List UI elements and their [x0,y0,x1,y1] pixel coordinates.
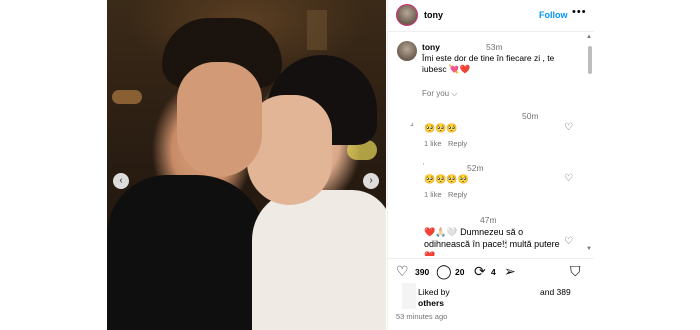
scroll-down-arrow-icon[interactable]: ▼ [586,246,592,252]
photo-background-light [307,10,327,50]
comment-text: 🥺🥺🥺 [424,123,458,133]
chevron-right-icon: › [369,175,373,186]
post-actions: ♡ 390 ◯ 20 ⟳ 4 ➢ ⛉ Liked by others and 3… [388,258,594,330]
post-time-ago: 53 minutes ago [396,312,448,321]
comment-like-heart-icon[interactable]: ♡ [564,173,573,184]
comment-reply-button[interactable]: Reply [448,190,467,199]
follow-button[interactable]: Follow [539,10,568,20]
post-viewer: ‹ › tony Follow ••• tony 53m Îmi este do… [0,0,700,330]
more-options-icon[interactable]: ••• [572,6,587,18]
shares-count[interactable]: 4 [491,267,496,277]
avatar[interactable] [396,4,418,26]
caption-text: Îmi este dor de tine în fiecare zi , te … [422,53,555,74]
chevron-left-icon: ‹ [119,175,123,186]
liked-by-avatars [402,283,416,309]
photo-background-light [112,90,142,104]
previous-photo-button[interactable]: ‹ [113,173,129,189]
liked-by-count[interactable]: and 389 [540,287,571,297]
comment-text: 🥺🥺🥺🥺 [424,174,469,184]
header-username[interactable]: tony [424,10,443,20]
comment-like-heart-icon[interactable]: ♡ [564,236,573,247]
post-photo[interactable] [107,0,386,330]
photo-figure [107,175,267,330]
next-photo-button[interactable]: › [363,173,379,189]
comment-thread-line: ˈ [422,162,425,171]
comment-text: ❤️🙏🏻🤍 Dumnezeu să o odihnească în pace!🕯… [424,227,560,256]
comment-time: 47m [480,215,497,225]
photo-figure [252,190,386,330]
liked-by-prefix: Liked by [418,287,450,297]
post-header: tony Follow ••• [388,0,594,32]
comment-thread-line: ⌟ [410,118,414,127]
photo-figure [177,62,262,177]
post-details-panel: tony Follow ••• tony 53m Îmi este dor de… [387,0,594,330]
comment-bubble-icon[interactable]: ◯ [436,263,452,279]
comment-likes[interactable]: 1 like [424,190,442,199]
comment-likes[interactable]: 1 like [424,139,442,148]
comment-reply-button[interactable]: Reply [448,139,467,148]
caption-time: 53m [486,42,503,52]
comment-time: 50m [522,111,539,121]
caption-username[interactable]: tony [422,42,440,52]
comment-like-heart-icon[interactable]: ♡ [564,122,573,133]
caption-avatar[interactable] [397,41,417,61]
comment-time: 52m [467,163,484,173]
save-bookmark-icon[interactable]: ⛉ [570,263,581,279]
share-paper-plane-icon[interactable]: ➢ [504,263,516,279]
repost-icon[interactable]: ⟳ [474,263,486,279]
comments-count[interactable]: 20 [455,267,464,277]
comments-sort-dropdown[interactable]: For you ⌵ [422,89,457,99]
like-heart-icon[interactable]: ♡ [396,263,409,279]
comments-scrollbar-thumb[interactable] [588,46,592,74]
likes-count[interactable]: 390 [415,267,429,277]
liked-by-others-link[interactable]: others [418,298,444,308]
scroll-up-arrow-icon[interactable]: ▲ [586,34,592,40]
